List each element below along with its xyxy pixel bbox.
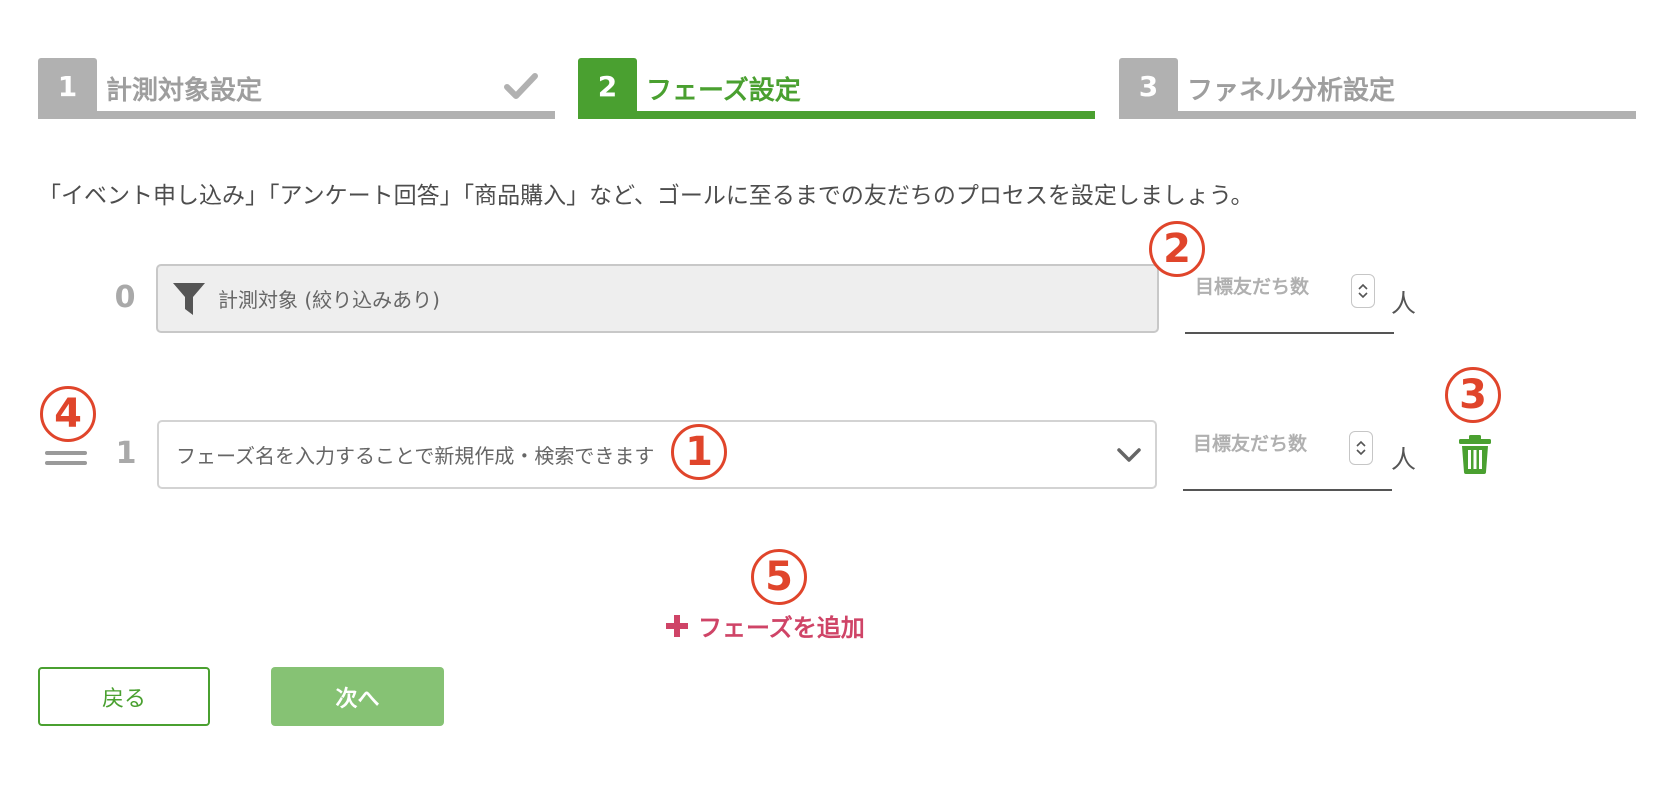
annotation-3: 3 (1445, 367, 1501, 423)
step-2-progress-bar (578, 111, 1095, 119)
chevron-down-icon[interactable] (1357, 291, 1369, 300)
phase-0-target: 目標友だち数 (1185, 264, 1394, 334)
step-3-label: ファネル分析設定 (1187, 76, 1396, 106)
step-3-number: 3 (1119, 58, 1178, 119)
chevron-up-icon[interactable] (1355, 439, 1367, 448)
back-button[interactable]: 戻る (38, 667, 210, 726)
phase-1-name-select[interactable]: フェーズ名を入力することで新規作成・検索できます (157, 420, 1157, 489)
phase-1-target-stepper[interactable] (1349, 431, 1373, 465)
phase-0-unit: 人 (1391, 289, 1417, 318)
phase-1-unit: 人 (1391, 445, 1417, 474)
phase-1-number: 1 (115, 436, 137, 471)
funnel-icon (173, 282, 205, 315)
phase-0-target-input-underline[interactable] (1185, 332, 1394, 334)
step-2-number: 2 (578, 58, 637, 119)
chevron-up-icon[interactable] (1357, 282, 1369, 291)
annotation-2: 2 (1149, 221, 1205, 277)
phase-1-target-label: 目標友だち数 (1193, 433, 1308, 455)
annotation-4: 4 (40, 386, 96, 442)
step-2-label: フェーズ設定 (646, 76, 801, 106)
drag-handle-icon[interactable] (45, 451, 87, 467)
phase-1-target: 目標友だち数 (1183, 421, 1392, 491)
chevron-down-icon[interactable] (1115, 444, 1143, 466)
phase-0-field: 計測対象 (絞り込みあり) (156, 264, 1159, 333)
step-1-progress-bar (38, 111, 555, 119)
phase-0-target-label: 目標友だち数 (1195, 276, 1310, 298)
step-1-label: 計測対象設定 (106, 76, 263, 106)
phase-1-name-placeholder: フェーズ名を入力することで新規作成・検索できます (176, 444, 655, 468)
trash-icon[interactable] (1458, 434, 1492, 474)
add-phase-label: フェーズを追加 (698, 614, 865, 642)
step-1[interactable]: 1 計測対象設定 (38, 58, 555, 119)
phase-0-text: 計測対象 (絞り込みあり) (218, 288, 440, 312)
phase-0-number: 0 (114, 280, 136, 315)
next-button[interactable]: 次へ (271, 667, 444, 726)
step-3-progress-bar (1119, 111, 1636, 119)
chevron-down-icon[interactable] (1355, 448, 1367, 457)
page-description: 「イベント申し込み」「アンケート回答」「商品購入」など、ゴールに至るまでの友だち… (38, 183, 1254, 209)
annotation-5: 5 (751, 549, 807, 605)
phase-0-target-stepper[interactable] (1351, 274, 1375, 308)
plus-icon (666, 614, 688, 637)
check-icon (504, 73, 538, 99)
step-2[interactable]: 2 フェーズ設定 (578, 58, 1095, 119)
step-1-number: 1 (38, 58, 97, 119)
step-3[interactable]: 3 ファネル分析設定 (1119, 58, 1636, 119)
phase-1-target-input-underline[interactable] (1183, 489, 1392, 491)
add-phase-button[interactable]: フェーズを追加 (666, 608, 865, 643)
annotation-1: 1 (671, 424, 727, 480)
